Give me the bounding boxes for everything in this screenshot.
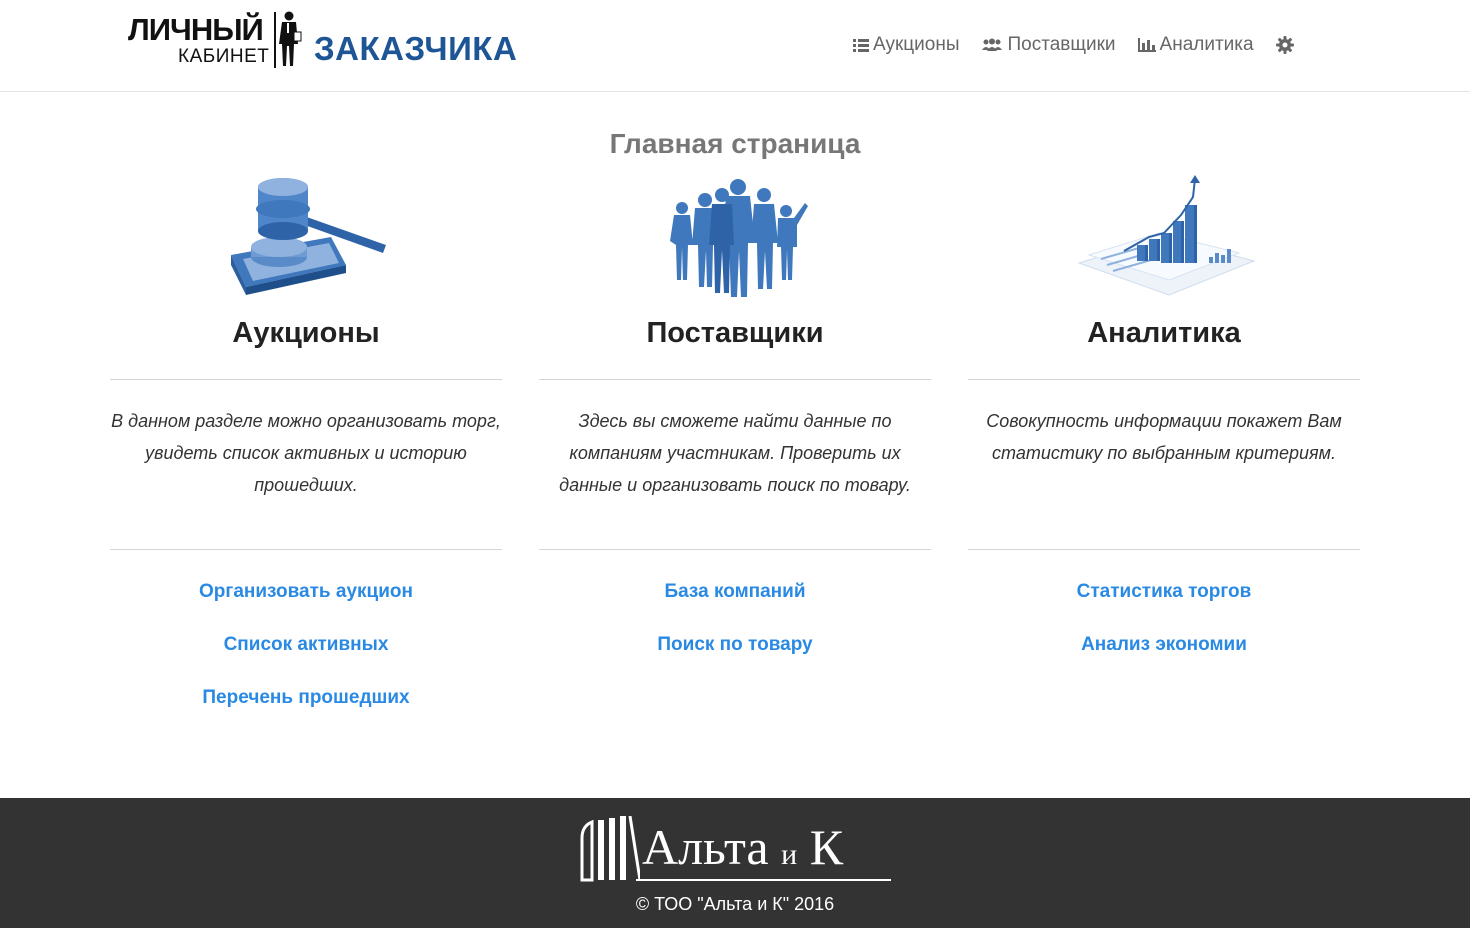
business-people-icon xyxy=(670,179,808,297)
analytics-title: Аналитика xyxy=(1087,317,1241,349)
divider xyxy=(110,549,502,550)
organize-auction-link[interactable]: Организовать аукцион xyxy=(110,578,502,631)
brand-underline xyxy=(636,879,891,881)
past-list-link[interactable]: Перечень прошедших xyxy=(110,684,502,737)
auctions-description: В данном разделе можно организовать торг… xyxy=(111,411,501,495)
growth-chart-icon xyxy=(1077,175,1256,296)
analytics-description: Совокупность информации покажет Вам стат… xyxy=(986,411,1342,463)
footer-brand: Альта и К xyxy=(642,818,843,876)
nav-analytics[interactable]: Аналитика xyxy=(1137,34,1254,56)
product-search-link[interactable]: Поиск по товару xyxy=(539,631,931,684)
bar-chart-icon xyxy=(1137,38,1156,52)
nav-analytics-label: Аналитика xyxy=(1159,34,1254,55)
nav-auctions[interactable]: Аукционы xyxy=(853,34,959,56)
nav-suppliers[interactable]: Поставщики xyxy=(981,34,1116,56)
divider xyxy=(110,379,502,380)
suppliers-image xyxy=(539,175,931,305)
footer-logo[interactable]: Альта и К xyxy=(578,816,898,886)
logo-line2: КАБИНЕТ xyxy=(178,46,270,67)
divider xyxy=(968,379,1360,380)
list-icon xyxy=(853,39,869,52)
users-icon xyxy=(982,38,1003,51)
gavel-icon xyxy=(231,178,386,295)
main-nav: Аукционы Поставщики Аналитика xyxy=(853,33,1294,57)
active-list-link[interactable]: Список активных xyxy=(110,631,502,684)
logo-line3: ЗАКАЗЧИКА xyxy=(314,30,518,67)
nav-auctions-label: Аукционы xyxy=(873,34,960,55)
businessman-logo-icon xyxy=(274,11,302,68)
section-suppliers: Поставщики Здесь вы сможете найти данные… xyxy=(539,175,931,655)
suppliers-links: База компаний Поиск по товару xyxy=(539,578,931,684)
brand-word: Альта xyxy=(642,819,769,875)
building-columns-icon xyxy=(580,816,640,882)
divider xyxy=(539,549,931,550)
settings-button[interactable] xyxy=(1275,36,1294,54)
site-logo[interactable]: ЛИЧНЫЙ КАБИНЕТ ЗАКАЗЧИКА xyxy=(128,8,517,70)
companies-base-link[interactable]: База компаний xyxy=(539,578,931,631)
page-title: Главная страница xyxy=(609,128,861,159)
analytics-image xyxy=(968,175,1360,305)
trade-stats-link[interactable]: Статистика торгов xyxy=(968,578,1360,631)
copyright: © ТОО "Альта и К" 2016 xyxy=(635,894,835,914)
auctions-links: Организовать аукцион Список активных Пер… xyxy=(110,578,502,737)
header: ЛИЧНЫЙ КАБИНЕТ ЗАКАЗЧИКА Аукционы Постав xyxy=(0,0,1470,92)
savings-analysis-link[interactable]: Анализ экономии xyxy=(968,631,1360,684)
section-auctions: Аукционы В данном разделе можно организо… xyxy=(110,175,502,708)
suppliers-description: Здесь вы сможете найти данные по компани… xyxy=(559,411,911,495)
nav-suppliers-label: Поставщики xyxy=(1007,34,1116,55)
suppliers-title: Поставщики xyxy=(646,317,824,349)
logo-line1: ЛИЧНЫЙ xyxy=(128,12,264,47)
section-analytics: Аналитика Совокупность информации покаже… xyxy=(968,175,1360,655)
auctions-title: Аукционы xyxy=(232,317,380,349)
brand-mid: и xyxy=(781,838,798,871)
footer: Альта и К © ТОО "Альта и К" 2016 xyxy=(0,798,1470,928)
divider xyxy=(968,549,1360,550)
gear-icon xyxy=(1275,36,1294,54)
brand-end: К xyxy=(809,819,844,875)
analytics-links: Статистика торгов Анализ экономии xyxy=(968,578,1360,684)
divider xyxy=(539,379,931,380)
auctions-image xyxy=(110,175,502,305)
